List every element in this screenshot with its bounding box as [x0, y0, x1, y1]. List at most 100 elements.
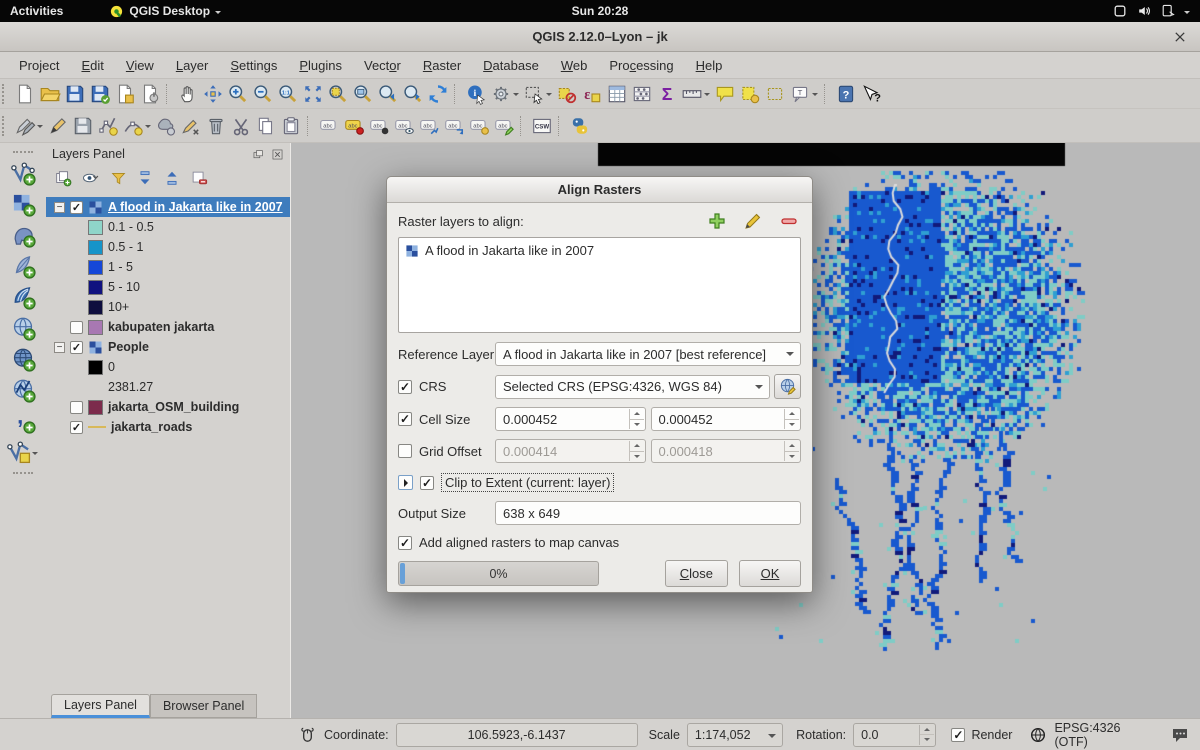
add-to-canvas-checkbox[interactable] — [398, 536, 412, 550]
legend-item[interactable]: 5 - 10 — [46, 277, 290, 297]
metasearch-csw-icon[interactable]: CSW — [529, 113, 554, 138]
add-wfs-layer-icon[interactable] — [10, 377, 36, 403]
cut-features-icon[interactable] — [228, 113, 253, 138]
current-edits-icon[interactable] — [12, 113, 37, 138]
log-messages-icon[interactable] — [1170, 725, 1190, 745]
grid-offset-checkbox[interactable] — [398, 444, 412, 458]
paste-features-icon[interactable] — [278, 113, 303, 138]
filter-legend-icon[interactable] — [110, 170, 127, 187]
highlight-labels-icon[interactable]: abc — [391, 113, 416, 138]
menu-vector[interactable]: Vector — [353, 54, 412, 77]
crs-status-icon[interactable] — [1029, 726, 1047, 744]
zoom-native-icon[interactable]: 1:1 — [275, 81, 300, 106]
crs-status-label[interactable]: EPSG:4326 (OTF) — [1054, 721, 1156, 749]
identify-features-icon[interactable]: i — [463, 81, 488, 106]
python-console-icon[interactable] — [567, 113, 592, 138]
volume-icon[interactable] — [1136, 3, 1152, 19]
save-project-icon[interactable] — [62, 81, 87, 106]
toolbar-grip[interactable] — [2, 84, 8, 104]
toolbar-grip[interactable] — [2, 116, 8, 136]
chevron-down-icon[interactable] — [513, 93, 519, 99]
text-annotation-icon[interactable]: T — [787, 81, 812, 106]
panel-float-icon[interactable] — [252, 148, 265, 161]
run-feature-action-icon[interactable] — [488, 81, 513, 106]
zoom-next-icon[interactable] — [400, 81, 425, 106]
legend-item[interactable]: 0 — [46, 357, 290, 377]
menu-web[interactable]: Web — [550, 54, 599, 77]
deselect-features-icon[interactable] — [554, 81, 579, 106]
legend-item[interactable]: 0.1 - 0.5 — [46, 217, 290, 237]
menu-settings[interactable]: Settings — [219, 54, 288, 77]
coordinate-input[interactable]: 106.5923,-6.1437 — [396, 723, 638, 747]
attribute-table-icon[interactable] — [604, 81, 629, 106]
zoom-full-icon[interactable] — [300, 81, 325, 106]
add-vector-layer-icon[interactable] — [10, 160, 36, 186]
zoom-to-layer-icon[interactable] — [350, 81, 375, 106]
layer-item-roads[interactable]: jakarta_roads — [46, 417, 290, 437]
pin-labels-icon[interactable]: abc — [366, 113, 391, 138]
tab-layers-panel[interactable]: Layers Panel — [51, 694, 150, 718]
pan-map-icon[interactable] — [175, 81, 200, 106]
select-features-icon[interactable] — [521, 81, 546, 106]
spin-arrows[interactable] — [629, 409, 644, 429]
label-options-icon[interactable]: abc — [341, 113, 366, 138]
save-layer-edits-icon[interactable] — [70, 113, 95, 138]
whats-this-icon[interactable]: ? — [858, 81, 883, 106]
legend-item[interactable]: 0.5 - 1 — [46, 237, 290, 257]
menu-view[interactable]: View — [115, 54, 165, 77]
field-calculator-icon[interactable] — [629, 81, 654, 106]
add-mssql-layer-icon[interactable] — [10, 284, 36, 310]
window-title-bar[interactable]: QGIS 2.12.0–Lyon – jk — [0, 22, 1200, 52]
menu-layer[interactable]: Layer — [165, 54, 220, 77]
zoom-in-icon[interactable] — [225, 81, 250, 106]
legend-item[interactable]: 10+ — [46, 297, 290, 317]
move-feature-icon[interactable] — [153, 113, 178, 138]
add-raster-layer-icon[interactable] — [10, 191, 36, 217]
add-feature-icon[interactable] — [95, 113, 120, 138]
output-size-input[interactable]: 638 x 649 — [495, 501, 801, 525]
window-close-button[interactable] — [1170, 27, 1190, 47]
map-tips-icon[interactable] — [712, 81, 737, 106]
chevron-down-icon[interactable] — [812, 93, 818, 99]
composer-manager-icon[interactable] — [137, 81, 162, 106]
clip-extent-checkbox[interactable] — [420, 476, 434, 490]
node-tool-icon[interactable] — [178, 113, 203, 138]
rotation-input[interactable]: 0.0 — [853, 723, 936, 747]
move-label-icon[interactable]: abc — [441, 113, 466, 138]
ok-button[interactable]: OK — [739, 560, 801, 587]
edit-raster-icon[interactable] — [743, 211, 763, 231]
layer-item-osm-building[interactable]: jakarta_OSM_building — [46, 397, 290, 417]
chevron-down-icon[interactable] — [32, 452, 38, 458]
app-menu-button[interactable]: QGIS Desktop — [109, 4, 223, 19]
zoom-last-icon[interactable] — [375, 81, 400, 106]
add-postgis-layer-icon[interactable] — [10, 222, 36, 248]
spin-arrows[interactable] — [784, 409, 799, 429]
activities-button[interactable]: Activities — [10, 4, 63, 18]
toolbar-grip[interactable] — [13, 151, 33, 153]
zoom-to-selection-icon[interactable] — [325, 81, 350, 106]
copy-features-icon[interactable] — [253, 113, 278, 138]
mouse-position-icon[interactable] — [298, 725, 317, 744]
chevron-down-icon[interactable] — [37, 125, 43, 131]
manage-visibility-icon[interactable] — [81, 168, 101, 188]
dialog-title-bar[interactable]: Align Rasters — [387, 177, 812, 203]
add-wcs-layer-icon[interactable] — [10, 346, 36, 372]
scale-select[interactable]: 1:174,052 — [687, 723, 783, 747]
measure-icon[interactable] — [679, 81, 704, 106]
cell-size-x-input[interactable]: 0.000452 — [495, 407, 646, 431]
save-project-as-icon[interactable] — [87, 81, 112, 106]
toolbar-grip[interactable] — [13, 472, 33, 474]
pan-to-selection-icon[interactable] — [200, 81, 225, 106]
layer-item-kabupaten[interactable]: kabupaten jakarta — [46, 317, 290, 337]
system-status-icon[interactable] — [1160, 3, 1176, 19]
menu-processing[interactable]: Processing — [598, 54, 684, 77]
close-button[interactable]: Close — [665, 560, 728, 587]
chevron-down-icon[interactable] — [145, 125, 151, 131]
layer-item-people[interactable]: People — [46, 337, 290, 357]
menu-project[interactable]: Project — [8, 54, 70, 77]
new-composer-icon[interactable] — [112, 81, 137, 106]
layer-item-flood[interactable]: A flood in Jakarta like in 2007 — [46, 197, 290, 217]
zoom-out-icon[interactable] — [250, 81, 275, 106]
change-label-icon[interactable]: abc — [491, 113, 516, 138]
show-bookmarks-icon[interactable] — [762, 81, 787, 106]
